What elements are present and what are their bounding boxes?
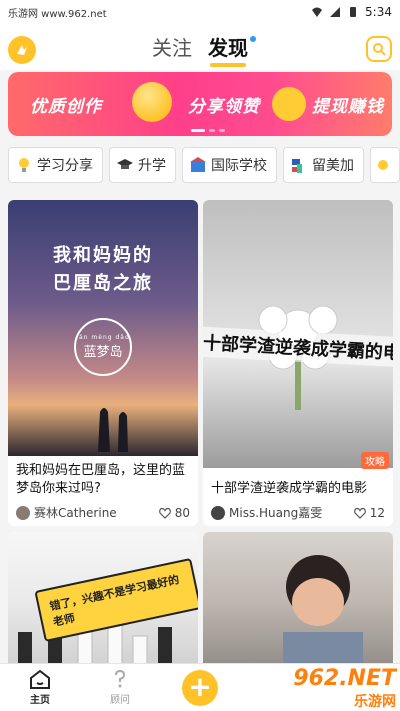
heart-icon [353, 507, 366, 519]
chip-us-canada[interactable]: 留美加 [283, 147, 364, 183]
cover-title: 我和妈妈的 巴厘岛之旅 [53, 245, 153, 294]
card-cover-image: 十部学渣逆袭成学霸的电 攻略 [203, 200, 393, 469]
like-count: 80 [174, 505, 190, 520]
feed-card[interactable] [203, 532, 393, 663]
silhouette-figures [98, 408, 128, 452]
banner-dot[interactable] [219, 129, 225, 132]
banner-text-withdraw: 提现赚钱 [312, 97, 384, 117]
child-studying-photo [283, 555, 363, 663]
discover-feed: 我和妈妈的 巴厘岛之旅 lán mèng dǎo 蓝梦岛 我和妈妈在巴厘岛，这里… [0, 192, 400, 663]
site-watermark: 962.NET 乐游网 [293, 666, 396, 710]
lightbulb-icon [19, 158, 29, 172]
banner-dot[interactable] [191, 129, 205, 132]
tab-follow[interactable]: 关注 [152, 32, 192, 67]
banner-dot[interactable] [209, 129, 215, 132]
new-dot-indicator [250, 36, 256, 42]
wifi-icon [312, 7, 323, 17]
top-header: 关注 发现 [0, 24, 400, 70]
card-cover-image: 我和妈妈的 巴厘岛之旅 lán mèng dǎo 蓝梦岛 [8, 200, 198, 456]
card-cover-image [203, 532, 393, 663]
cover-overlay-text: 十部学渣逆袭成学霸的电 [203, 326, 393, 368]
banner-text-create: 优质创作 [30, 97, 102, 117]
status-watermark: 乐游网 www.962.net [8, 8, 107, 20]
search-icon [373, 43, 386, 56]
card-title: 十部学渣逆袭成学霸的电影 [211, 481, 368, 496]
statue-of-liberty-icon [292, 159, 302, 173]
avatar[interactable] [211, 505, 225, 520]
author-name[interactable]: Miss.Huang嘉雯 [229, 504, 322, 521]
avatar[interactable] [16, 505, 30, 520]
card-cover-image: 错了，兴趣不是学习最好的老师 [8, 532, 198, 663]
banner-pagination [191, 129, 225, 132]
coin-icon [132, 82, 172, 122]
partial-chip-icon [378, 160, 388, 170]
card-footer: Miss.Huang嘉雯 12 [211, 504, 385, 521]
feed-card[interactable]: 我和妈妈的 巴厘岛之旅 lán mèng dǎo 蓝梦岛 我和妈妈在巴厘岛，这里… [8, 200, 198, 526]
cover-badge: lán mèng dǎo 蓝梦岛 [74, 318, 132, 376]
like-button[interactable]: 80 [158, 505, 190, 520]
signal-icon [330, 7, 341, 17]
banner-text-share: 分享领赞 [188, 97, 260, 117]
feed-card[interactable]: 错了，兴趣不是学习最好的老师 [8, 532, 198, 663]
promo-banner[interactable]: 优质创作 分享领赞 提现赚钱 [8, 72, 392, 136]
heart-icon [158, 507, 171, 519]
card-title: 我和妈妈在巴厘岛，这里的蓝梦岛你来过吗? [16, 463, 186, 496]
chip-more[interactable] [370, 147, 400, 183]
category-chips: 学习分享 升学 国际学校 留美加 [0, 143, 400, 189]
tab-advisor[interactable]: 顾问 [80, 664, 160, 711]
search-button[interactable] [366, 36, 392, 62]
battery-icon [350, 7, 357, 17]
paper-plane-icon [272, 87, 306, 121]
chip-admission[interactable]: 升学 [109, 147, 176, 183]
chip-international-school[interactable]: 国际学校 [182, 147, 277, 183]
tab-discover[interactable]: 发现 [208, 32, 256, 67]
chip-study-share[interactable]: 学习分享 [8, 147, 103, 183]
article-tag: 攻略 [361, 452, 389, 469]
plus-icon: + [182, 669, 218, 706]
like-count: 12 [369, 505, 385, 520]
status-time: 5:34 [365, 5, 392, 19]
home-icon [30, 669, 50, 689]
card-footer: 赛林Catherine 80 [16, 504, 190, 521]
school-building-icon [190, 157, 206, 172]
question-icon [115, 669, 126, 688]
tab-create[interactable]: + [160, 664, 240, 711]
author-name[interactable]: 赛林Catherine [34, 504, 117, 521]
header-tabs: 关注 发现 [0, 32, 400, 67]
graduation-cap-icon [117, 159, 133, 169]
like-button[interactable]: 12 [353, 505, 385, 520]
tab-home[interactable]: 主页 [0, 664, 80, 711]
feed-card[interactable]: 十部学渣逆袭成学霸的电 攻略 十部学渣逆袭成学霸的电影 Miss.Huang嘉雯… [203, 200, 393, 526]
status-bar: 乐游网 www.962.net 5:34 [0, 0, 400, 24]
